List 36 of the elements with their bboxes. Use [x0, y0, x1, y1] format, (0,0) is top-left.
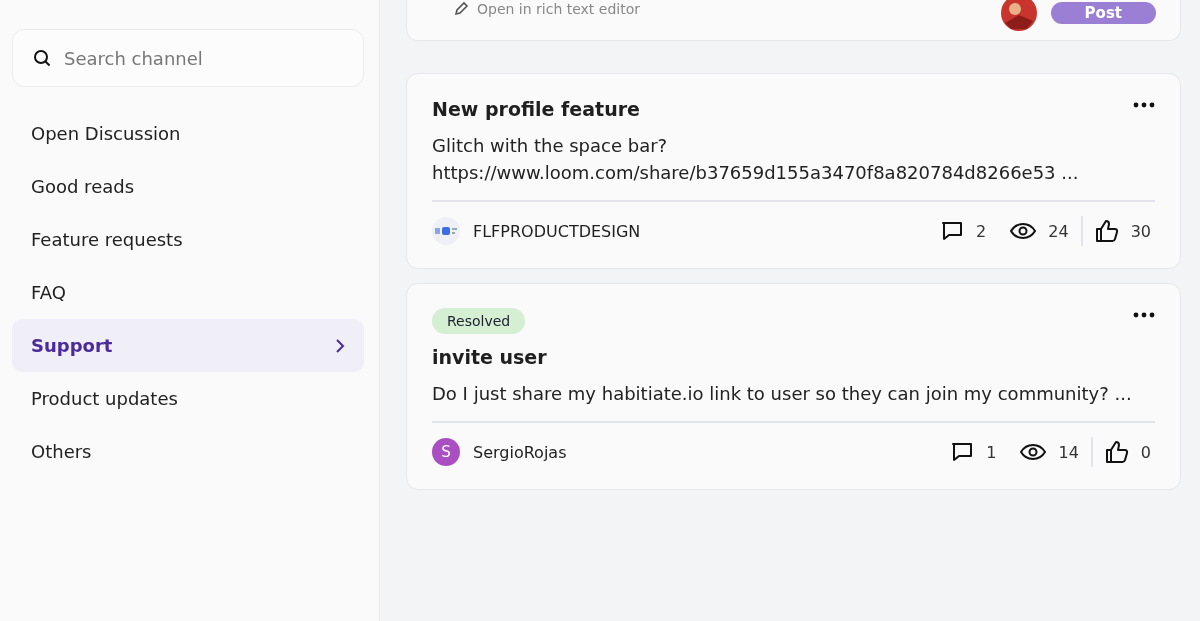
- thumbs-up-icon[interactable]: [1104, 440, 1129, 464]
- user-avatar: [1000, 0, 1037, 31]
- rich-text-editor-link[interactable]: Open in rich text editor: [477, 1, 640, 17]
- post-excerpt: Do I just share my habitiate.io link to user so they can join my community? ...: [432, 380, 1155, 423]
- author-name[interactable]: SergioRojas: [473, 442, 567, 462]
- avatar: [432, 217, 460, 245]
- comment-icon: [940, 219, 965, 243]
- channel-item[interactable]: Support: [12, 319, 364, 372]
- search-field[interactable]: Search channel: [12, 29, 364, 87]
- avatar: S: [432, 438, 460, 466]
- post-excerpt: Glitch with the space bar? https://www.loom.com/share/b37659d155a3470f8a820784d8266e53 ...: [432, 132, 1155, 202]
- view-count: 14: [1058, 442, 1079, 462]
- thumbs-up-icon[interactable]: [1094, 219, 1119, 243]
- channel-item[interactable]: Others: [12, 425, 364, 478]
- search-icon: [33, 49, 51, 67]
- channel-item[interactable]: Good reads: [12, 160, 364, 213]
- channel-item[interactable]: Feature requests: [12, 213, 364, 266]
- edit-icon: [453, 1, 469, 17]
- like-count: 0: [1140, 442, 1151, 462]
- status-badge: Resolved: [432, 308, 526, 334]
- channel-item[interactable]: Product updates: [12, 372, 364, 425]
- comment-icon: [950, 440, 975, 464]
- eye-icon: [1020, 443, 1047, 461]
- like-count: 30: [1130, 221, 1151, 241]
- chevron-right-icon: [335, 337, 345, 354]
- comment-count: 1: [986, 442, 997, 462]
- view-count: 24: [1048, 221, 1069, 241]
- more-icon[interactable]: [1133, 312, 1155, 318]
- more-icon[interactable]: [1133, 102, 1155, 108]
- post-title[interactable]: invite user: [432, 346, 547, 368]
- channel-item[interactable]: FAQ: [12, 266, 364, 319]
- author-name[interactable]: FLFPRODUCTDESIGN: [473, 221, 641, 241]
- comment-count: 2: [976, 221, 987, 241]
- channel-item[interactable]: Open Discussion: [12, 107, 364, 160]
- post-title[interactable]: New profile feature: [432, 98, 640, 120]
- eye-icon: [1010, 222, 1037, 240]
